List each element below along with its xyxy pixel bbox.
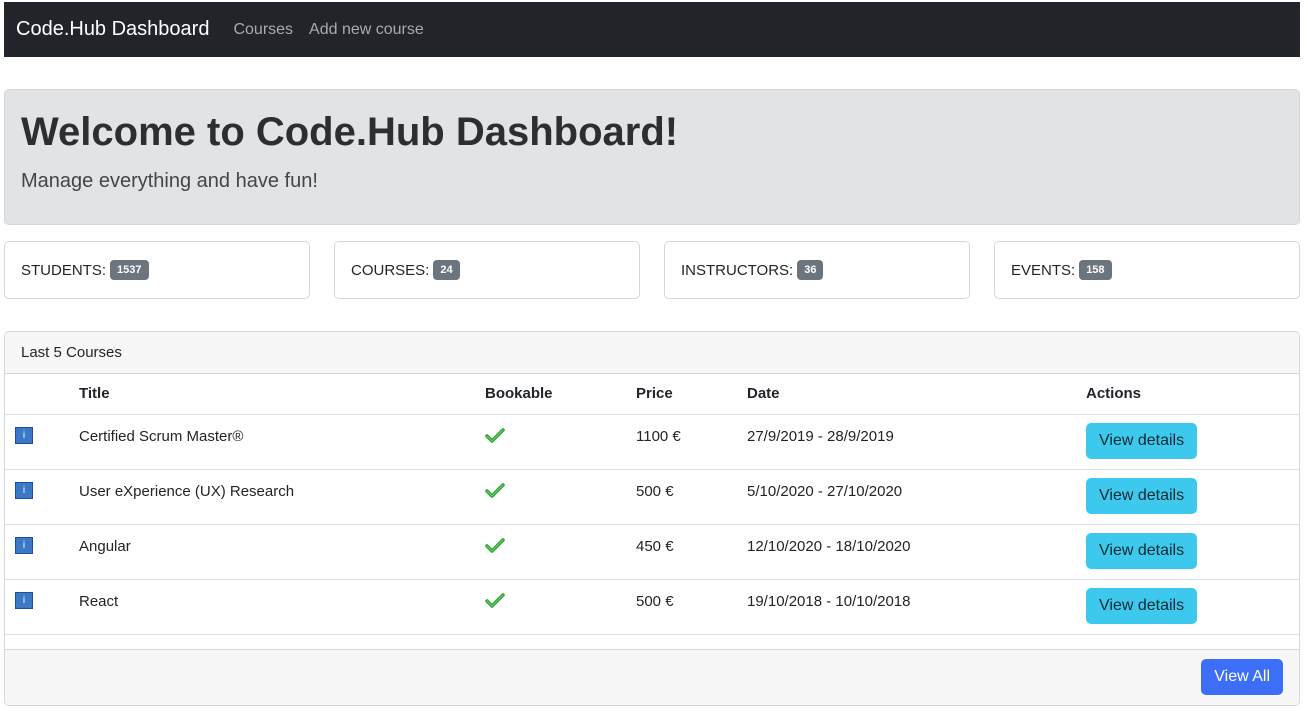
view-details-button[interactable]: View details	[1086, 422, 1198, 459]
column-header-bookable: Bookable	[485, 374, 636, 415]
course-date: 5/10/2020 - 27/10/2020	[747, 482, 903, 500]
column-header-price: Price	[636, 374, 747, 415]
info-icon[interactable]: i	[15, 591, 33, 609]
stat-card-students: STUDENTS: 1537	[4, 241, 310, 299]
card-footer: View All	[5, 649, 1299, 705]
last-courses-card: Last 5 Courses Title Bookable Price Date…	[4, 331, 1300, 706]
navbar-brand[interactable]: Code.Hub Dashboard	[16, 18, 209, 41]
stat-card-events: EVENTS: 158	[994, 241, 1300, 299]
column-header-actions: Actions	[1086, 374, 1299, 415]
stat-label: COURSES:	[351, 261, 430, 279]
courses-table: Title Bookable Price Date Actions i Cert…	[5, 374, 1299, 635]
course-price: 1100 €	[636, 427, 681, 445]
column-header-title: Title	[79, 374, 485, 415]
stat-badge: 158	[1079, 260, 1112, 280]
card-header: Last 5 Courses	[5, 332, 1299, 374]
stat-label: EVENTS:	[1011, 261, 1076, 279]
checkmark-icon	[485, 482, 505, 504]
stat-card-courses: COURSES: 24	[334, 241, 640, 299]
view-all-button[interactable]: View All	[1201, 659, 1283, 695]
top-navbar: Code.Hub Dashboard Courses Add new cours…	[4, 2, 1300, 57]
page-subtitle: Manage everything and have fun!	[21, 170, 318, 192]
info-icon[interactable]: i	[15, 481, 33, 499]
stat-badge: 24	[433, 260, 460, 280]
course-date: 27/9/2019 - 28/9/2019	[747, 427, 894, 445]
table-row: i User eXperience (UX) Research 500 € 5/…	[5, 469, 1299, 525]
stat-label: STUDENTS:	[21, 261, 107, 279]
course-price: 500 €	[636, 482, 674, 500]
table-row: i Certified Scrum Master® 1100 € 27/9/20…	[5, 414, 1299, 470]
info-icon[interactable]: i	[15, 536, 33, 554]
course-title: React	[79, 592, 119, 610]
course-price: 450 €	[636, 537, 674, 555]
table-row: i Angular 450 € 12/10/2020 - 18/10/2020 …	[5, 524, 1299, 580]
info-icon[interactable]: i	[15, 426, 33, 444]
table-header-row: Title Bookable Price Date Actions	[5, 374, 1299, 415]
course-title: Certified Scrum Master®	[79, 427, 244, 445]
table-row: i React 500 € 19/10/2018 - 10/10/2018 Vi…	[5, 579, 1299, 635]
column-header-icon	[5, 374, 79, 415]
course-date: 19/10/2018 - 10/10/2018	[747, 592, 911, 610]
stat-badge: 1537	[110, 260, 149, 280]
stat-badge: 36	[797, 260, 824, 280]
course-title: User eXperience (UX) Research	[79, 482, 295, 500]
course-price: 500 €	[636, 592, 674, 610]
checkmark-icon	[485, 592, 505, 614]
view-details-button[interactable]: View details	[1086, 587, 1198, 624]
checkmark-icon	[485, 427, 505, 449]
checkmark-icon	[485, 537, 505, 559]
nav-link-courses[interactable]: Courses	[233, 21, 293, 39]
welcome-jumbotron: Welcome to Code.Hub Dashboard! Manage ev…	[4, 89, 1300, 225]
course-title: Angular	[79, 537, 131, 555]
view-details-button[interactable]: View details	[1086, 532, 1198, 569]
stat-card-instructors: INSTRUCTORS: 36	[664, 241, 970, 299]
page-title: Welcome to Code.Hub Dashboard!	[21, 110, 679, 154]
view-details-button[interactable]: View details	[1086, 477, 1198, 514]
nav-link-add-course[interactable]: Add new course	[309, 21, 424, 39]
stat-label: INSTRUCTORS:	[681, 261, 794, 279]
course-date: 12/10/2020 - 18/10/2020	[747, 537, 911, 555]
column-header-date: Date	[747, 374, 1086, 415]
